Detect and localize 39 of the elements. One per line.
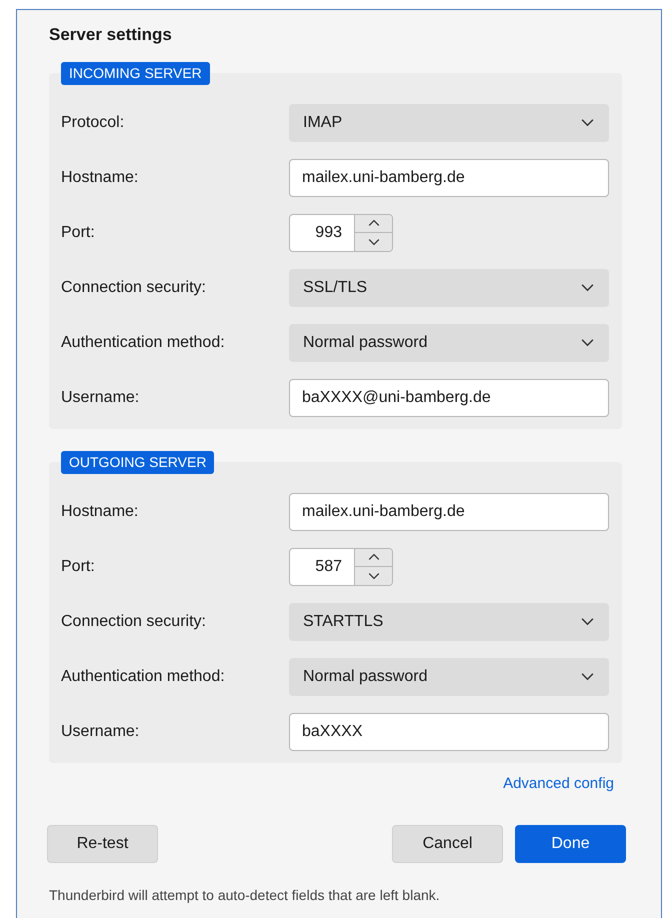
chevron-down-icon — [366, 572, 380, 580]
field-label: Username: — [61, 722, 140, 742]
chevron-down-icon — [580, 283, 595, 292]
chevron-down-icon — [580, 118, 595, 127]
field-label: Authentication method: — [61, 332, 226, 352]
advanced-config-link[interactable]: Advanced config — [503, 773, 614, 795]
chevron-down-icon — [580, 338, 595, 347]
dropdown[interactable]: SSL/TLS — [289, 268, 609, 306]
text-field[interactable]: baXXXX — [289, 712, 609, 750]
field-label: Port: — [61, 556, 96, 576]
field-label: Connection security: — [61, 278, 207, 298]
section-tag: INCOMING SERVER — [61, 62, 210, 85]
field-label: Port: — [61, 222, 96, 242]
port-spinner[interactable]: 993 — [289, 214, 393, 252]
section-tag: OUTGOING SERVER — [61, 451, 214, 474]
text-field[interactable]: mailex.uni-bamberg.de — [289, 158, 609, 196]
footer-note: Thunderbird will attempt to auto-detect fields that are left blank. — [49, 886, 441, 905]
dropdown[interactable]: IMAP — [289, 104, 609, 142]
dropdown[interactable]: Normal password — [289, 658, 609, 696]
field-label: Hostname: — [61, 168, 140, 188]
field-label: Authentication method: — [61, 666, 226, 686]
port-spinner[interactable]: 587 — [289, 548, 393, 586]
text-field[interactable]: baXXXX@uni-bamberg.de — [289, 378, 609, 416]
secondary-button[interactable]: Cancel — [392, 825, 503, 863]
primary-button[interactable]: Done — [515, 825, 626, 863]
field-label: Hostname: — [61, 502, 140, 522]
chevron-down-icon — [580, 672, 595, 681]
text-field[interactable]: mailex.uni-bamberg.de — [289, 492, 609, 530]
chevron-down-icon — [580, 617, 595, 626]
chevron-down-icon — [366, 238, 380, 246]
secondary-button[interactable]: Re-test — [47, 825, 158, 863]
chevron-up-icon — [366, 219, 380, 228]
dropdown[interactable]: Normal password — [289, 324, 609, 362]
chevron-up-icon — [366, 553, 380, 562]
field-label: Connection security: — [61, 612, 207, 632]
field-label: Protocol: — [61, 112, 126, 132]
dialog-title: Server settings — [49, 24, 173, 46]
dropdown[interactable]: STARTTLS — [289, 602, 609, 640]
field-label: Username: — [61, 388, 140, 408]
